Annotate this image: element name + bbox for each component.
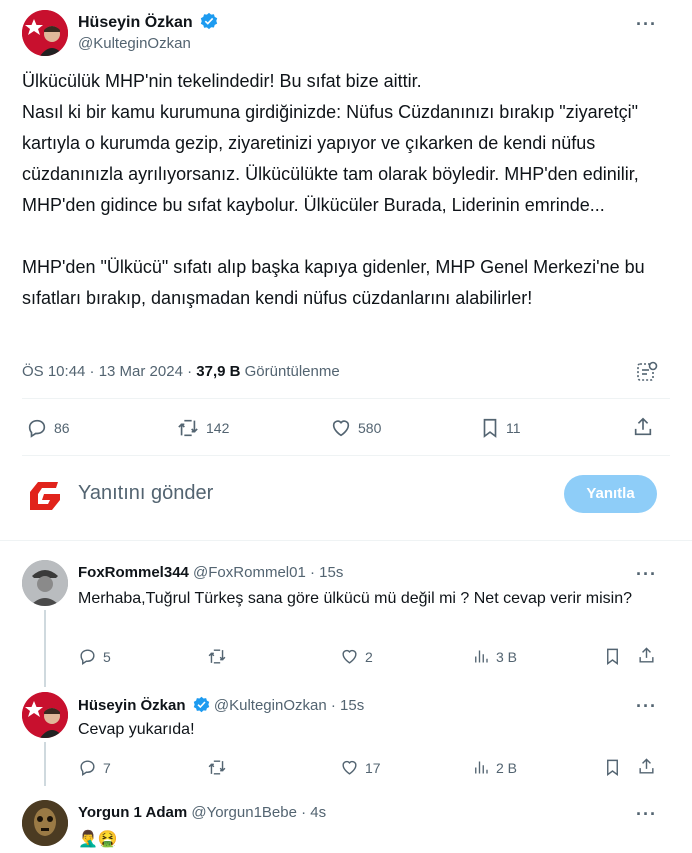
bookmark-icon — [607, 759, 618, 777]
reply-author-handle[interactable]: @FoxRommel01 — [193, 564, 306, 581]
share-icon — [639, 647, 654, 663]
views-label: Görüntülenme — [244, 363, 340, 380]
reply-icon — [28, 419, 46, 438]
avatar-image-icon — [22, 692, 68, 738]
share-action[interactable] — [632, 416, 654, 438]
bookmark-icon — [607, 648, 618, 666]
reply-time[interactable]: · 15s — [310, 564, 343, 581]
bookmark-icon — [483, 418, 497, 438]
section-separator — [0, 540, 692, 541]
verified-badge-icon — [200, 12, 218, 36]
bookmark-action[interactable] — [604, 647, 621, 666]
tweet-timestamp[interactable]: ÖS 10:44 · 13 Mar 2024 · — [22, 363, 192, 380]
thread-line — [44, 742, 46, 786]
reply-time[interactable]: · 15s — [331, 697, 364, 714]
reply-author-handle[interactable]: @KulteginOzkan — [214, 697, 327, 714]
more-options-icon[interactable]: ··· — [636, 564, 657, 585]
heart-icon — [342, 760, 357, 775]
bookmark-action[interactable] — [604, 758, 621, 777]
views-count: 3 B — [496, 648, 518, 665]
views-bar-chart-icon — [475, 650, 488, 663]
like-count: 580 — [358, 420, 382, 436]
reply-button[interactable]: Yanıtla — [564, 475, 657, 513]
thread-line — [44, 610, 46, 687]
retweet-icon — [208, 760, 226, 775]
reply-count: 5 — [103, 648, 111, 665]
reply-composer-input[interactable]: Yanıtını gönder — [78, 482, 213, 505]
reply-icon — [80, 760, 95, 776]
reply-avatar[interactable] — [22, 800, 68, 846]
like-count: 17 — [365, 759, 381, 776]
tweet-text: Ülkücülük MHP'nin tekelindedir! Bu sıfat… — [22, 71, 645, 308]
like-action[interactable]: 17 — [340, 758, 381, 777]
reply-emoji-text: 🤦‍♂️🤮 — [78, 831, 118, 848]
retweet-icon — [178, 419, 198, 437]
heart-icon — [342, 649, 357, 664]
bookmark-count: 11 — [506, 420, 521, 436]
reply-action[interactable]: 7 — [78, 758, 111, 777]
views-count: 37,9 B — [196, 363, 241, 380]
bookmark-action[interactable]: 11 — [480, 417, 521, 439]
brand-logo-icon — [30, 482, 60, 510]
retweet-action[interactable] — [207, 758, 233, 777]
reply-action[interactable]: 5 — [78, 647, 111, 666]
avatar-image-icon — [22, 800, 68, 846]
reply-author-name[interactable]: FoxRommel344 — [78, 564, 189, 581]
reply-text: Cevap yukarıda! — [78, 721, 195, 738]
heart-icon — [332, 420, 350, 437]
retweet-action[interactable]: 142 — [176, 417, 229, 439]
divider — [22, 455, 670, 456]
reply-avatar[interactable] — [22, 692, 68, 738]
share-icon — [634, 417, 652, 436]
author-name[interactable]: Hüseyin Özkan — [78, 14, 193, 31]
reply-count: 86 — [54, 420, 70, 436]
avatar-image-icon — [22, 10, 68, 56]
reply-time[interactable]: · 4s — [301, 804, 326, 821]
views-action[interactable]: 2 B — [472, 758, 517, 777]
verified-badge-icon — [193, 696, 210, 717]
avatar-image-icon — [22, 560, 68, 606]
reply-text: Merhaba,Tuğrul Türkeş sana göre ülkücü m… — [78, 590, 633, 607]
share-icon — [639, 758, 654, 774]
retweet-icon — [208, 649, 226, 664]
more-options-icon[interactable]: ··· — [636, 14, 657, 35]
like-count: 2 — [365, 648, 373, 665]
reply-action[interactable]: 86 — [26, 417, 70, 439]
more-options-icon[interactable]: ··· — [636, 696, 657, 717]
share-action[interactable] — [637, 646, 656, 665]
more-options-icon[interactable]: ··· — [636, 804, 657, 825]
author-handle[interactable]: @KulteginOzkan — [78, 35, 191, 52]
share-action[interactable] — [637, 757, 656, 776]
reply-count: 7 — [103, 759, 111, 776]
view-analytics-icon[interactable] — [636, 361, 658, 388]
composer-logo — [24, 476, 64, 516]
tweet-meta: ÖS 10:44 · 13 Mar 2024 · 37,9 B Görüntül… — [22, 363, 340, 380]
reply-author-name[interactable]: Yorgun 1 Adam — [78, 804, 187, 821]
reply-icon — [80, 649, 95, 665]
like-action[interactable]: 580 — [330, 417, 381, 439]
views-count: 2 B — [496, 759, 518, 776]
divider — [22, 398, 670, 399]
retweet-count: 142 — [206, 420, 230, 436]
reply-author-handle[interactable]: @Yorgun1Bebe — [191, 804, 297, 821]
views-action[interactable]: 3 B — [472, 647, 517, 666]
reply-author-name[interactable]: Hüseyin Özkan — [78, 697, 186, 714]
views-bar-chart-icon — [475, 761, 488, 774]
reply-avatar[interactable] — [22, 560, 68, 606]
retweet-action[interactable] — [207, 647, 233, 666]
author-avatar[interactable] — [22, 10, 68, 56]
like-action[interactable]: 2 — [340, 647, 373, 666]
